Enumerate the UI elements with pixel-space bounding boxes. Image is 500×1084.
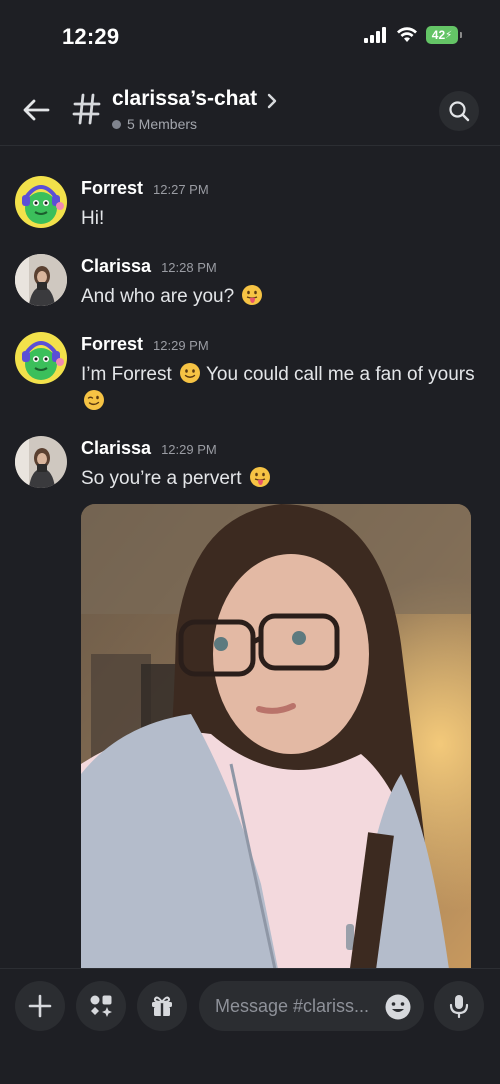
message-author[interactable]: Clarissa xyxy=(81,256,151,277)
status-time: 12:29 xyxy=(62,24,120,49)
status-bar: 12:29 42 ⚡ xyxy=(0,0,500,70)
message-time: 12:29 PM xyxy=(153,338,209,353)
hash-icon xyxy=(72,93,101,125)
message-header: Clarissa 12:28 PM xyxy=(81,256,217,277)
voice-message-button[interactable] xyxy=(434,981,484,1031)
photo-avatar[interactable] xyxy=(15,436,67,488)
message-text-continuation: You could call me a fan of yours xyxy=(206,364,475,385)
apps-button[interactable] xyxy=(76,981,126,1031)
tongue-emoji-icon xyxy=(249,467,270,487)
photo-avatar[interactable] xyxy=(15,254,67,306)
channel-title[interactable]: clarissa’s-chat xyxy=(112,87,257,111)
back-arrow-icon[interactable] xyxy=(20,94,52,126)
message-text: Hi! xyxy=(81,205,486,232)
tongue-emoji-icon xyxy=(242,285,263,305)
wifi-icon xyxy=(397,27,417,42)
wink-emoji-icon xyxy=(84,390,104,410)
message-text: So you’re a pervert xyxy=(81,465,486,492)
message-text-body: Hi! xyxy=(81,208,105,229)
message-text-body: And who are you? xyxy=(81,286,235,307)
message-input-placeholder: Message #clariss... xyxy=(215,995,370,1016)
selfie-image xyxy=(81,504,471,968)
message-composer: Message #clariss... xyxy=(0,968,500,1084)
status-dot-icon xyxy=(112,119,121,129)
microphone-icon xyxy=(449,995,469,1019)
message-header: Clarissa 12:29 PM xyxy=(81,438,217,459)
photo-attachment[interactable] xyxy=(81,504,471,968)
message-list[interactable]: Forrest 12:27 PM Hi! Clarissa 12:28 PM A… xyxy=(0,146,500,968)
emoji-picker-icon[interactable] xyxy=(384,993,412,1021)
message-header: Forrest 12:29 PM xyxy=(81,334,209,355)
message-author[interactable]: Forrest xyxy=(81,178,143,199)
search-icon xyxy=(449,101,470,122)
message-text: And who are you? xyxy=(81,283,486,310)
add-attachment-button[interactable] xyxy=(15,981,65,1031)
apps-icon xyxy=(90,995,112,1017)
signal-icon xyxy=(364,27,386,43)
gift-icon xyxy=(152,996,172,1016)
message-time: 12:27 PM xyxy=(153,182,209,197)
search-button[interactable] xyxy=(439,91,479,131)
message-text: I’m Forrest You could call me a fan of y… xyxy=(81,361,486,415)
battery-level: 42 xyxy=(431,28,446,42)
message-text-body: So you’re a pervert xyxy=(81,468,242,489)
battery-indicator: 42 ⚡ xyxy=(426,26,462,44)
chevron-right-icon[interactable] xyxy=(266,92,278,110)
green-monster-avatar[interactable] xyxy=(15,332,67,384)
members-count[interactable]: 5 Members xyxy=(112,116,197,132)
members-label: 5 Members xyxy=(127,116,198,132)
smile-emoji-icon xyxy=(180,363,201,383)
message-header: Forrest 12:27 PM xyxy=(81,178,209,199)
channel-header: clarissa’s-chat 5 Members xyxy=(0,70,500,146)
gift-button[interactable] xyxy=(137,981,187,1031)
message-author[interactable]: Clarissa xyxy=(81,438,151,459)
message-time: 12:29 PM xyxy=(161,442,217,457)
status-icons: 42 ⚡ xyxy=(364,26,462,44)
message-input[interactable]: Message #clariss... xyxy=(199,981,424,1031)
message-text-body: I’m Forrest xyxy=(81,364,172,385)
message-time: 12:28 PM xyxy=(161,260,217,275)
message-author[interactable]: Forrest xyxy=(81,334,143,355)
plus-icon xyxy=(28,994,52,1018)
green-monster-avatar[interactable] xyxy=(15,176,67,228)
